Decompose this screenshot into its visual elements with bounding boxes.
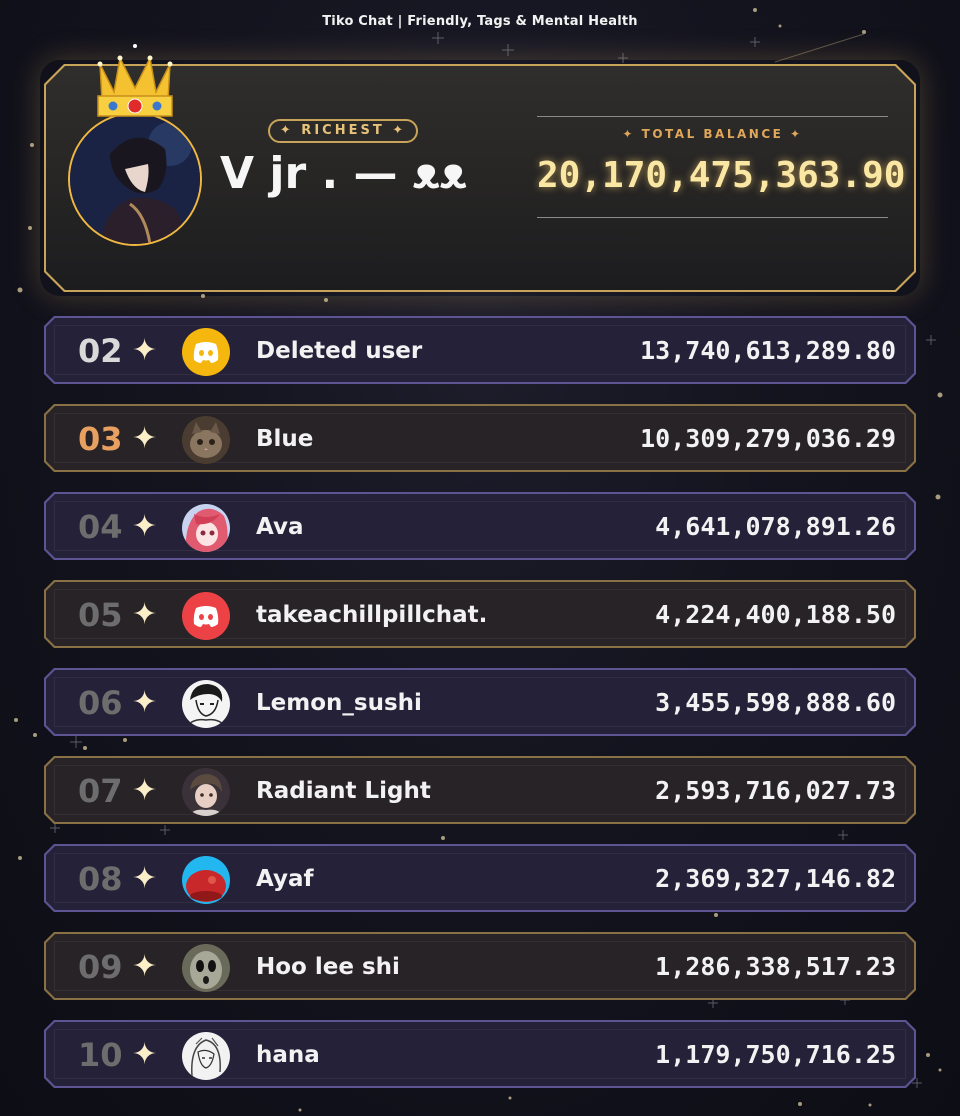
leaderboard-row: 04 ✦ Ava 4,641,078,891.26 [44,492,916,560]
user-name: Deleted user [256,338,423,364]
user-name: Ayaf [256,866,314,892]
user-balance: 2,593,716,027.73 [655,776,896,805]
user-avatar [182,592,230,640]
sparkle-icon: ✦ [132,949,158,984]
user-balance: 4,641,078,891.26 [655,512,896,541]
user-balance: 1,179,750,716.25 [655,1040,896,1069]
discord-logo-red-icon [182,592,230,640]
user-avatar [182,944,230,992]
user-avatar [182,1032,230,1080]
red-beret-avatar-icon [182,856,230,904]
total-balance-label: ✦ TOTAL BALANCE ✦ [622,127,803,141]
user-name: hana [256,1042,320,1068]
sketch-girl-avatar-icon [182,1032,230,1080]
user-avatar [182,504,230,552]
top-user-name: V jr . — ᴥᴥ [220,148,467,199]
leaderboard-row: 08 ✦ Ayaf 2,369,327,146.82 [44,844,916,912]
user-balance: 1,286,338,517.23 [655,952,896,981]
total-balance-panel: ✦ TOTAL BALANCE ✦ 20,170,475,363.90 [537,116,906,218]
user-balance: 3,455,598,888.60 [655,688,896,717]
leaderboard-row: 09 ✦ Hoo lee shi 1,286,338,517.23 [44,932,916,1000]
sparkle-icon: ✦ [132,333,158,368]
user-balance: 4,224,400,188.50 [655,600,896,629]
sparkle-icon: ✦ [132,421,158,456]
user-balance: 2,369,327,146.82 [655,864,896,893]
user-avatar [182,328,230,376]
sparkle-icon: ✦ [132,685,158,720]
rank-number: 03 [78,420,123,458]
sparkle-icon: ✦ [132,597,158,632]
top-user-avatar [68,112,202,246]
rank-number: 09 [78,948,123,986]
user-avatar [182,416,230,464]
user-name: Ava [256,514,304,540]
anime-boy-avatar-icon [182,768,230,816]
leaderboard-row: 06 ✦ Lemon_sushi 3,455,598,888.60 [44,668,916,736]
user-avatar [182,680,230,728]
user-balance: 10,309,279,036.29 [640,424,896,453]
user-name: takeachillpillchat. [256,602,488,628]
user-name: Blue [256,426,314,452]
sparkle-icon: ✦ [132,1037,158,1072]
leaderboard-row: 05 ✦ takeachillpillchat. 4,224,400,188.5… [44,580,916,648]
user-name: Radiant Light [256,778,431,804]
user-name: Hoo lee shi [256,954,400,980]
crown-icon [97,44,173,117]
rank-number: 10 [78,1036,123,1074]
rank-number: 06 [78,684,123,722]
cat-photo-avatar-icon [182,416,230,464]
rank-number: 04 [78,508,123,546]
leaderboard-row: 02 ✦ Deleted user 13,740,613,289.80 [44,316,916,384]
server-title: Tiko Chat | Friendly, Tags & Mental Heal… [322,14,638,29]
rank-number: 02 [78,332,123,370]
leaderboard-row: 03 ✦ Blue 10,309,279,036.29 [44,404,916,472]
rank-number: 05 [78,596,123,634]
anime-man-avatar-icon [70,114,200,244]
user-avatar [182,768,230,816]
total-balance-value: 20,170,475,363.90 [537,155,906,196]
discord-logo-yellow-icon [182,328,230,376]
user-name: Lemon_sushi [256,690,422,716]
sparkle-icon: ✦ [132,861,158,896]
leaderboard-row: 07 ✦ Radiant Light 2,593,716,027.73 [44,756,916,824]
rank-number: 08 [78,860,123,898]
sparkle-icon: ✦ [132,509,158,544]
richest-badge: ✦ RICHEST ✦ [268,119,418,143]
manga-sketch-avatar-icon [182,680,230,728]
anime-pink-hair-avatar-icon [182,504,230,552]
creepy-face-avatar-icon [182,944,230,992]
rank-number: 07 [78,772,123,810]
leaderboard-row: 10 ✦ hana 1,179,750,716.25 [44,1020,916,1088]
user-balance: 13,740,613,289.80 [640,336,896,365]
user-avatar [182,856,230,904]
sparkle-icon: ✦ [132,773,158,808]
